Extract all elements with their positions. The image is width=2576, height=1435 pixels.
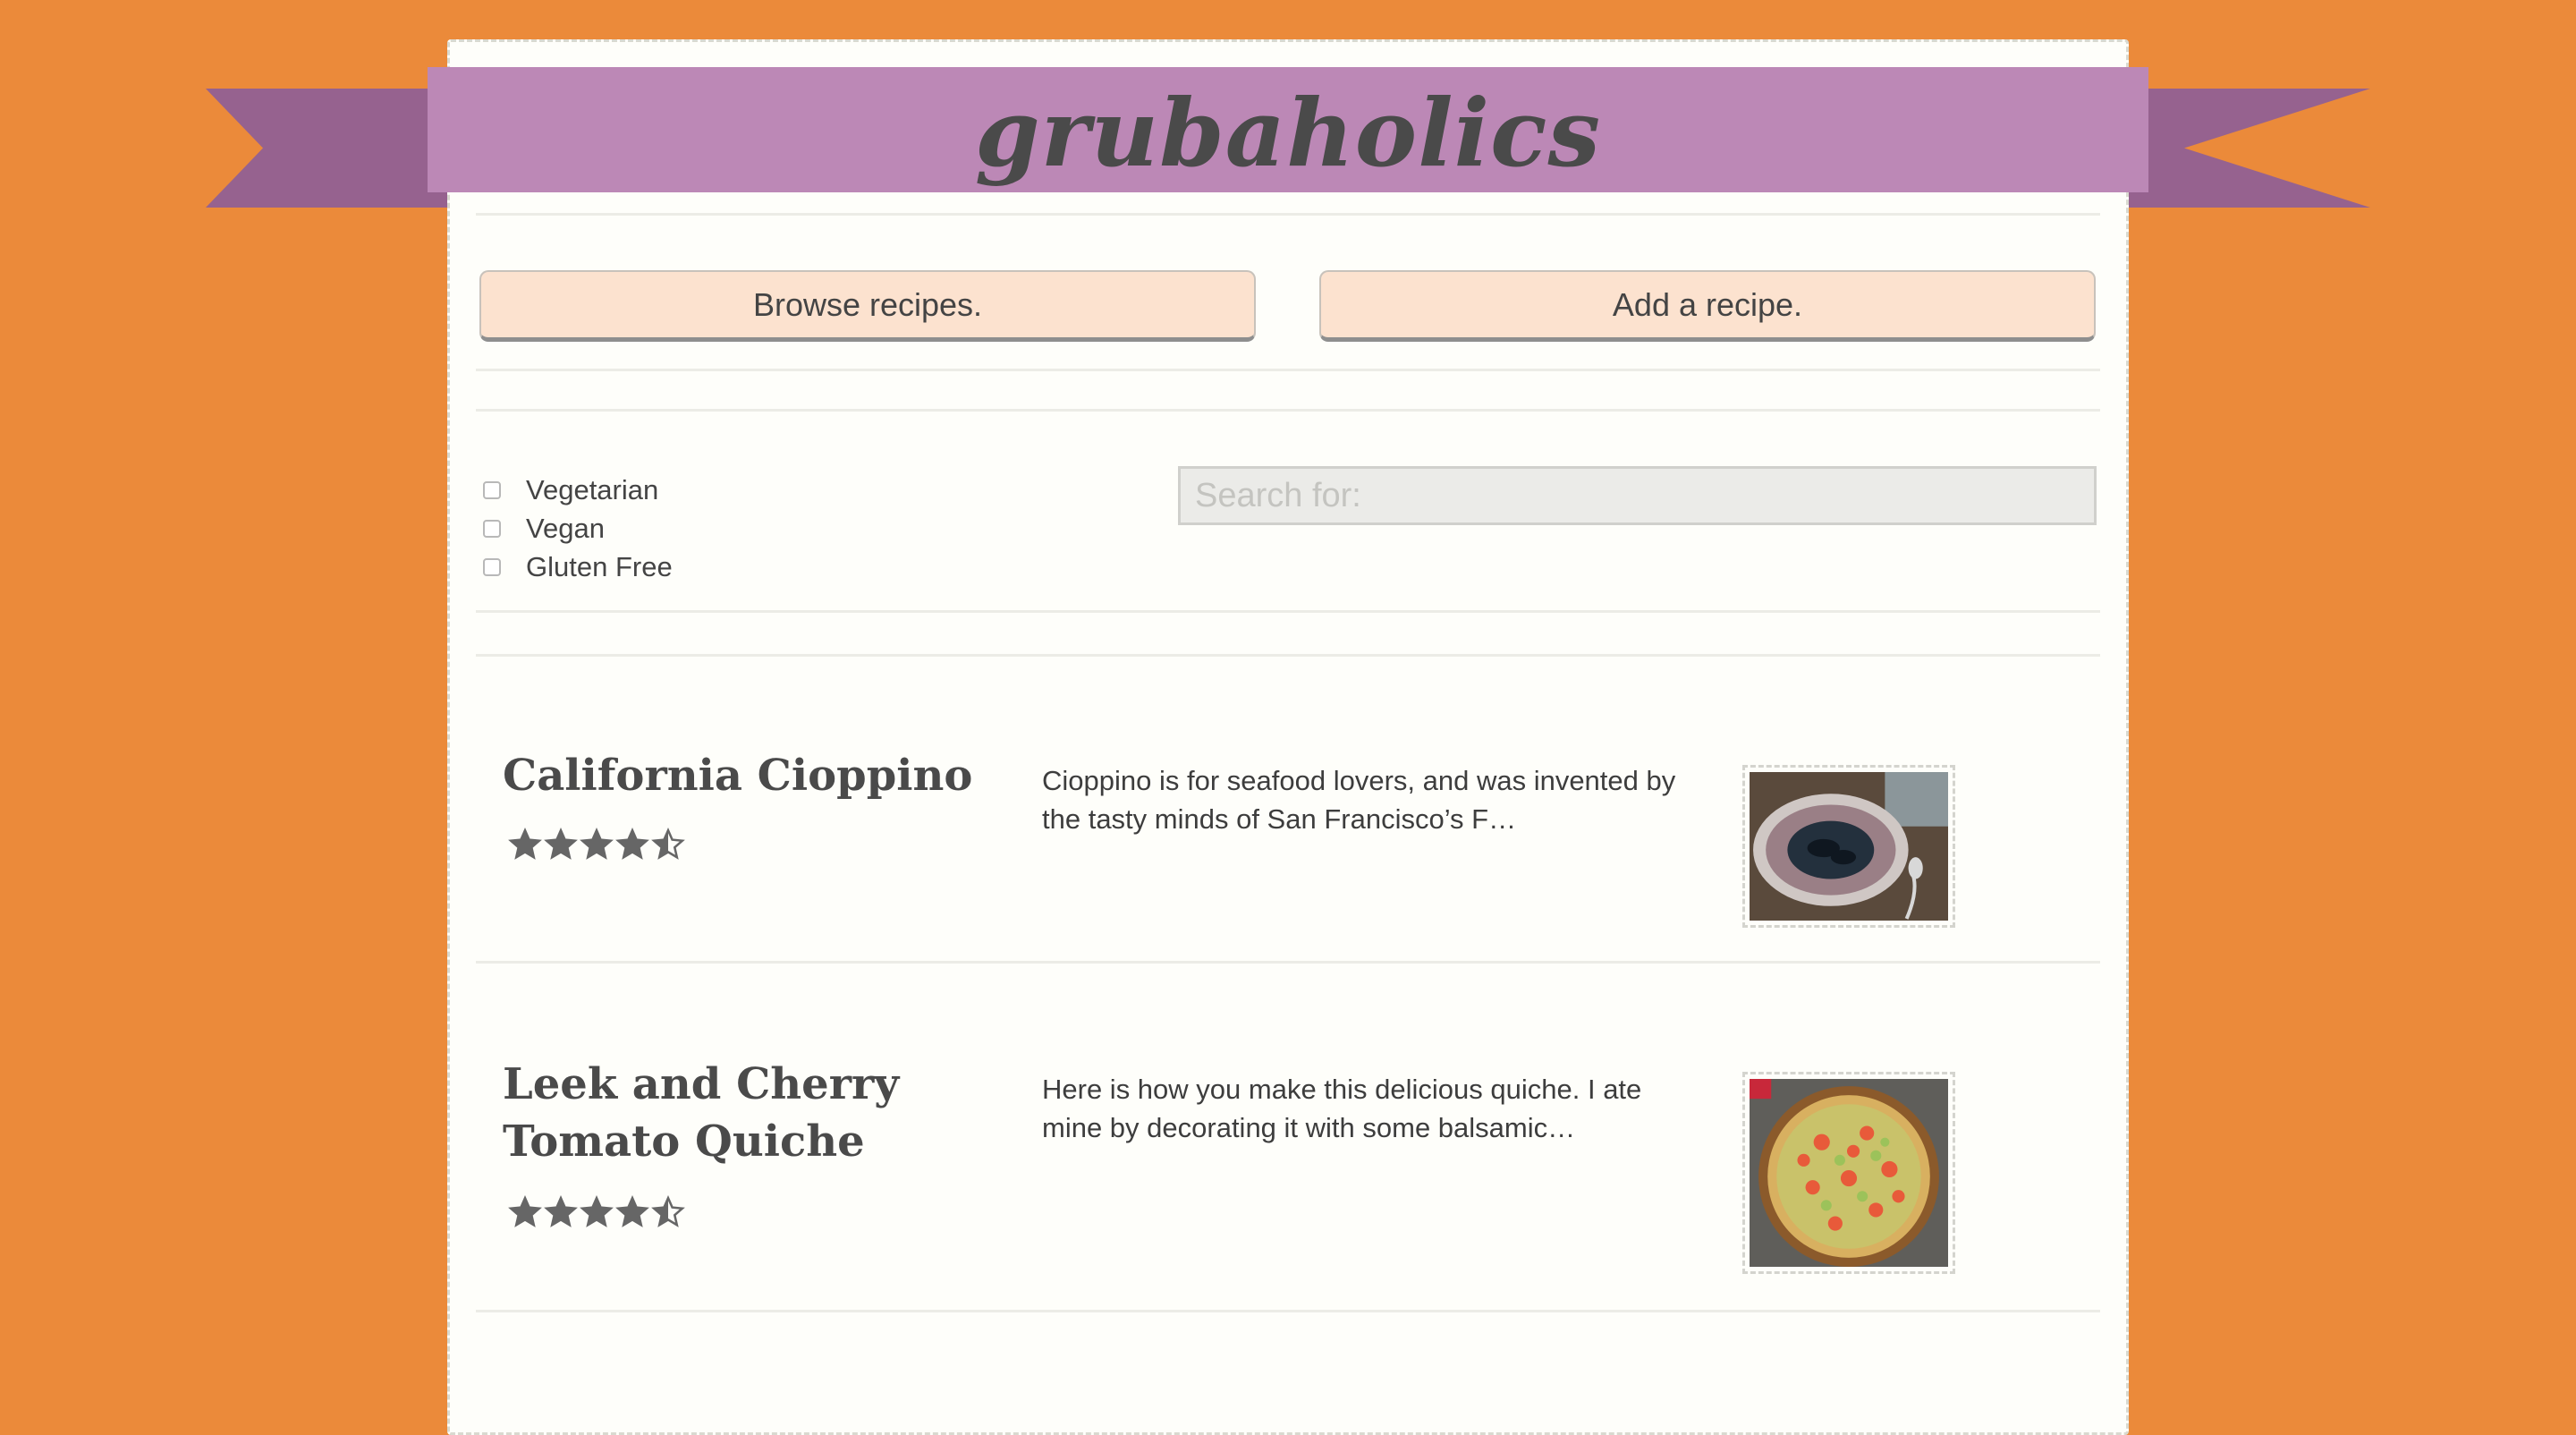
star-icon bbox=[580, 1195, 614, 1227]
ribbon-tail-right bbox=[2127, 89, 2370, 208]
star-icon bbox=[580, 828, 614, 860]
star-icon bbox=[508, 1195, 542, 1227]
cioppino-bowl-icon bbox=[1750, 772, 1948, 921]
star-icon bbox=[651, 828, 685, 860]
filter-gluten-free[interactable]: Gluten Free bbox=[483, 548, 673, 586]
divider bbox=[476, 1310, 2100, 1312]
recipe-image[interactable] bbox=[1742, 765, 1955, 928]
divider bbox=[476, 369, 2100, 371]
divider bbox=[476, 610, 2100, 613]
filter-label: Vegetarian bbox=[526, 473, 659, 505]
recipe-description: Cioppino is for seafood lovers, and was … bbox=[1042, 765, 1676, 835]
recipe-description: Here is how you make this delicious quic… bbox=[1042, 1074, 1642, 1143]
recipe-title[interactable]: California Cioppino bbox=[503, 747, 1004, 804]
ribbon-tail-left bbox=[206, 89, 449, 208]
vegetarian-checkbox[interactable] bbox=[483, 480, 501, 499]
star-icon bbox=[544, 828, 578, 860]
star-icon bbox=[508, 828, 542, 860]
star-icon bbox=[615, 828, 649, 860]
recipe-card: Leek and Cherry Tomato Quiche Here is ho… bbox=[476, 963, 2100, 1312]
recipe-title[interactable]: Leek and Cherry Tomato Quiche bbox=[503, 1056, 1004, 1170]
recipe-image[interactable] bbox=[1742, 1072, 1955, 1274]
recipe-card: California Cioppino Cioppino is for seaf… bbox=[476, 654, 2100, 963]
divider bbox=[476, 213, 2100, 216]
star-icon bbox=[615, 1195, 649, 1227]
filter-vegetarian[interactable]: Vegetarian bbox=[483, 471, 673, 509]
star-rating bbox=[508, 828, 685, 862]
add-recipe-button[interactable]: Add a recipe. bbox=[1319, 270, 2096, 342]
search-input[interactable] bbox=[1178, 466, 2097, 525]
vegan-checkbox[interactable] bbox=[483, 519, 501, 538]
gluten-free-checkbox[interactable] bbox=[483, 557, 501, 576]
star-icon bbox=[544, 1195, 578, 1227]
header-ribbon: grubaholics bbox=[428, 67, 2148, 192]
filter-vegan[interactable]: Vegan bbox=[483, 509, 673, 548]
divider bbox=[476, 409, 2100, 412]
star-icon bbox=[651, 1195, 685, 1227]
filter-label: Vegan bbox=[526, 512, 605, 544]
quiche-icon bbox=[1750, 1079, 1948, 1267]
site-logo[interactable]: grubaholics bbox=[975, 78, 1601, 188]
browse-recipes-button[interactable]: Browse recipes. bbox=[479, 270, 1256, 342]
dietary-filters: Vegetarian Vegan Gluten Free bbox=[483, 471, 673, 586]
filter-label: Gluten Free bbox=[526, 550, 673, 582]
star-rating bbox=[508, 1195, 685, 1229]
